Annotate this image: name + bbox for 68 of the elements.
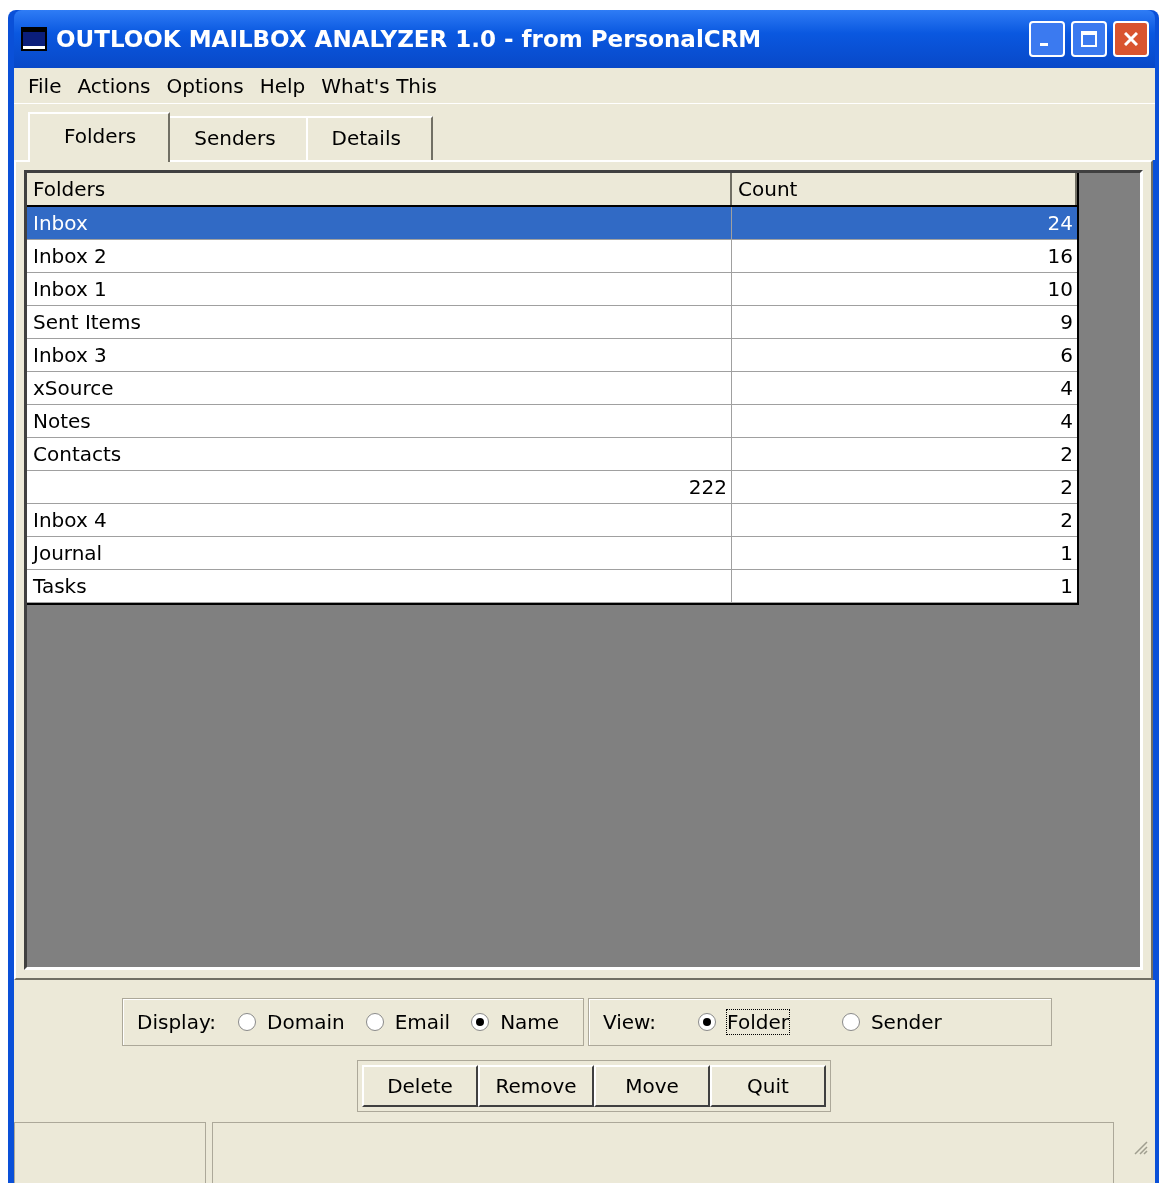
table-cell: Contacts bbox=[27, 438, 732, 470]
menu-item[interactable]: Actions bbox=[71, 71, 157, 100]
radio-label[interactable]: Sender bbox=[869, 1009, 943, 1035]
maximize-icon bbox=[1081, 31, 1097, 47]
menu-item[interactable]: File bbox=[22, 71, 68, 100]
table-row[interactable]: 222 2 bbox=[27, 471, 1077, 504]
radio-button[interactable] bbox=[698, 1013, 717, 1031]
table-cell: Inbox 3 bbox=[27, 339, 732, 371]
action-button[interactable]: Remove bbox=[478, 1065, 594, 1107]
table-cell-text: 4 bbox=[1059, 375, 1074, 402]
column-header[interactable]: Folders bbox=[27, 173, 732, 205]
close-button[interactable] bbox=[1113, 21, 1149, 57]
menu-item[interactable]: What's This bbox=[315, 71, 443, 100]
table-row[interactable]: Notes 4 bbox=[27, 405, 1077, 438]
group-label: View: bbox=[603, 1010, 657, 1034]
group-label: Display: bbox=[137, 1010, 216, 1034]
column-header[interactable]: Count bbox=[732, 173, 1077, 205]
radio-label[interactable]: Email bbox=[393, 1009, 452, 1035]
table-row[interactable]: Inbox 4 2 bbox=[27, 504, 1077, 537]
radio-button[interactable] bbox=[238, 1013, 256, 1031]
table-row[interactable]: Journal 1 bbox=[27, 537, 1077, 570]
table-row[interactable]: Inbox 3 6 bbox=[27, 339, 1077, 372]
table-cell: Journal bbox=[27, 537, 732, 569]
table-cell: Inbox 2 bbox=[27, 240, 732, 272]
table-cell-text: 16 bbox=[1046, 243, 1074, 270]
table-row[interactable]: Inbox 2 16 bbox=[27, 240, 1077, 273]
radio-button[interactable] bbox=[841, 1013, 860, 1031]
table-cell: 222 bbox=[27, 471, 732, 503]
table-cell-text: 1 bbox=[1059, 540, 1074, 567]
table-cell-text: 4 bbox=[1059, 408, 1074, 435]
menu-item[interactable]: Help bbox=[253, 71, 312, 100]
table-cell-text: 9 bbox=[1059, 309, 1074, 336]
table-cell: Inbox bbox=[27, 207, 732, 239]
window-title: OUTLOOK MAILBOX ANALYZER 1.0 - from PersonalCRM bbox=[56, 26, 763, 52]
table-row[interactable]: Inbox 1 10 bbox=[27, 273, 1077, 306]
tab[interactable]: Folders bbox=[28, 112, 171, 162]
radio-label[interactable]: Name bbox=[499, 1009, 561, 1035]
table-row[interactable]: xSource 4 bbox=[27, 372, 1077, 405]
close-icon bbox=[1124, 32, 1138, 46]
menu-item[interactable]: Options bbox=[160, 71, 250, 100]
radio-button[interactable] bbox=[365, 1013, 384, 1031]
minimize-button[interactable] bbox=[1029, 21, 1065, 57]
table-cell: Inbox 4 bbox=[27, 504, 732, 536]
table-cell: Sent Items bbox=[27, 306, 732, 338]
action-button[interactable]: Quit bbox=[710, 1065, 826, 1107]
table-row[interactable]: Tasks 1 bbox=[27, 570, 1077, 603]
radio-button[interactable] bbox=[471, 1013, 490, 1031]
table-cell-text: 1 bbox=[1059, 573, 1074, 600]
table-cell-text: 2 bbox=[1059, 474, 1074, 501]
radio-label[interactable]: Domain bbox=[266, 1009, 346, 1035]
table-cell: xSource bbox=[27, 372, 732, 404]
table-cell-text: 6 bbox=[1059, 342, 1074, 369]
maximize-button[interactable] bbox=[1071, 21, 1107, 57]
minimize-icon bbox=[1040, 42, 1048, 46]
table-cell: Tasks bbox=[27, 570, 732, 602]
table-row[interactable]: Contacts 2 bbox=[27, 438, 1077, 471]
table-cell-text: 2 bbox=[1059, 441, 1074, 468]
table-row[interactable]: Inbox 24 bbox=[27, 207, 1077, 240]
table-cell-text: 10 bbox=[1046, 276, 1074, 303]
table-cell-text: 24 bbox=[1046, 210, 1074, 237]
table-cell: Inbox 1 bbox=[27, 273, 732, 305]
radio-label[interactable]: Folder bbox=[726, 1009, 790, 1035]
action-button[interactable]: Delete bbox=[362, 1065, 478, 1107]
table-row[interactable]: Sent Items 9 bbox=[27, 306, 1077, 339]
app-icon bbox=[20, 26, 48, 52]
table-cell-text: 2 bbox=[1059, 507, 1074, 534]
table-cell: Notes bbox=[27, 405, 732, 437]
action-button[interactable]: Move bbox=[594, 1065, 710, 1107]
